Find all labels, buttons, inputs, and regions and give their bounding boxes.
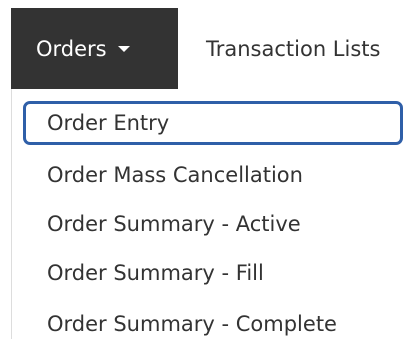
menu-item-label: Order Summary - Fill — [47, 261, 264, 285]
nav-orders-menu[interactable]: Orders — [11, 8, 178, 89]
menu-item-order-entry[interactable]: Order Entry — [23, 101, 403, 145]
nav-top-strip — [0, 0, 411, 8]
nav-orders-label: Orders — [36, 36, 107, 61]
menu-item-order-summary-complete[interactable]: Order Summary - Complete — [23, 302, 403, 346]
menu-item-order-summary-active[interactable]: Order Summary - Active — [23, 202, 403, 246]
menu-item-label: Order Entry — [47, 111, 170, 135]
nav-transaction-lists-label: Transaction Lists — [206, 36, 381, 61]
menu-item-label: Order Summary - Complete — [47, 312, 337, 336]
menu-item-order-summary-fill[interactable]: Order Summary - Fill — [23, 251, 403, 295]
caret-down-icon — [117, 45, 130, 52]
top-navigation: Orders Transaction Lists — [0, 8, 411, 89]
menu-item-label: Order Mass Cancellation — [47, 163, 303, 187]
nav-transaction-lists[interactable]: Transaction Lists — [178, 8, 411, 89]
orders-dropdown-menu: Order Entry Order Mass Cancellation Orde… — [11, 89, 411, 339]
menu-item-label: Order Summary - Active — [47, 212, 301, 236]
menu-item-order-mass-cancellation[interactable]: Order Mass Cancellation — [23, 153, 403, 197]
